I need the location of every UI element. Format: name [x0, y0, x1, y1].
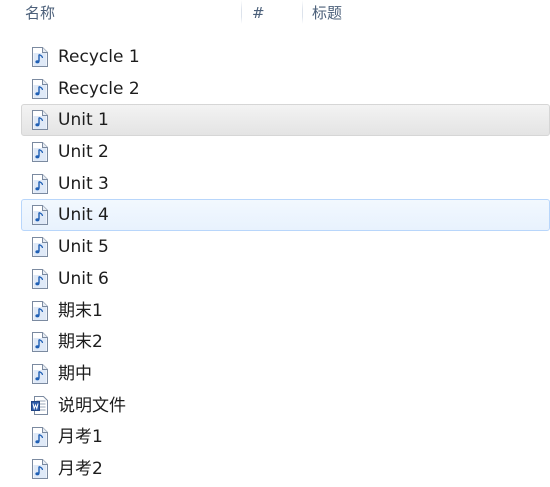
column-divider[interactable]	[241, 0, 242, 24]
file-row[interactable]: 期中	[21, 358, 550, 390]
file-name: 期中	[58, 363, 92, 384]
file-row[interactable]: Unit 1	[21, 104, 550, 137]
file-name: Recycle 2	[58, 78, 140, 99]
file-name: 期末2	[58, 332, 103, 353]
audio-file-icon	[31, 363, 49, 384]
file-row[interactable]: 月考2	[21, 453, 550, 485]
file-name: Unit 4	[58, 205, 109, 226]
audio-file-icon	[31, 142, 49, 163]
file-name: Unit 3	[58, 173, 109, 194]
file-row[interactable]: Unit 4	[21, 199, 550, 232]
column-header-bar: 名称 # 标题	[0, 0, 550, 28]
file-name: 期末1	[58, 300, 103, 321]
column-header-name[interactable]: 名称	[17, 0, 241, 26]
file-name: Unit 1	[58, 110, 109, 131]
document-file-icon	[31, 395, 49, 416]
file-row[interactable]: Unit 2	[21, 136, 550, 168]
file-row[interactable]: Unit 6	[21, 263, 550, 295]
audio-file-icon	[31, 173, 49, 194]
audio-file-icon	[31, 332, 49, 353]
audio-file-icon	[31, 78, 49, 99]
column-header-number[interactable]: #	[244, 0, 302, 26]
file-row[interactable]: Recycle 2	[21, 73, 550, 105]
audio-file-icon	[31, 110, 49, 131]
audio-file-icon	[31, 205, 49, 226]
file-row[interactable]: 期末1	[21, 295, 550, 327]
file-row[interactable]: Recycle 1	[21, 41, 550, 73]
column-divider[interactable]	[302, 0, 303, 24]
audio-file-icon	[31, 47, 49, 67]
file-name: 说明文件	[58, 395, 126, 416]
file-row[interactable]: Unit 3	[21, 168, 550, 200]
file-row[interactable]: 期末2	[21, 326, 550, 358]
column-header-title[interactable]: 标题	[304, 0, 550, 26]
file-name: Unit 2	[58, 142, 109, 163]
audio-file-icon	[31, 300, 49, 321]
audio-file-icon	[31, 427, 49, 448]
file-row[interactable]: 说明文件	[21, 390, 550, 422]
file-name: Unit 6	[58, 268, 109, 289]
file-row[interactable]: 月考1	[21, 421, 550, 453]
file-name: Unit 5	[58, 237, 109, 258]
file-row[interactable]: Unit 5	[21, 231, 550, 263]
file-name: 月考2	[58, 458, 103, 479]
audio-file-icon	[31, 458, 49, 479]
audio-file-icon	[31, 237, 49, 258]
file-list: Recycle 1 Recycle 2 Unit 1 Unit 2 Unit 3 Unit…	[0, 41, 550, 485]
audio-file-icon	[31, 268, 49, 289]
file-name: Recycle 1	[58, 47, 140, 67]
file-name: 月考1	[58, 427, 103, 448]
